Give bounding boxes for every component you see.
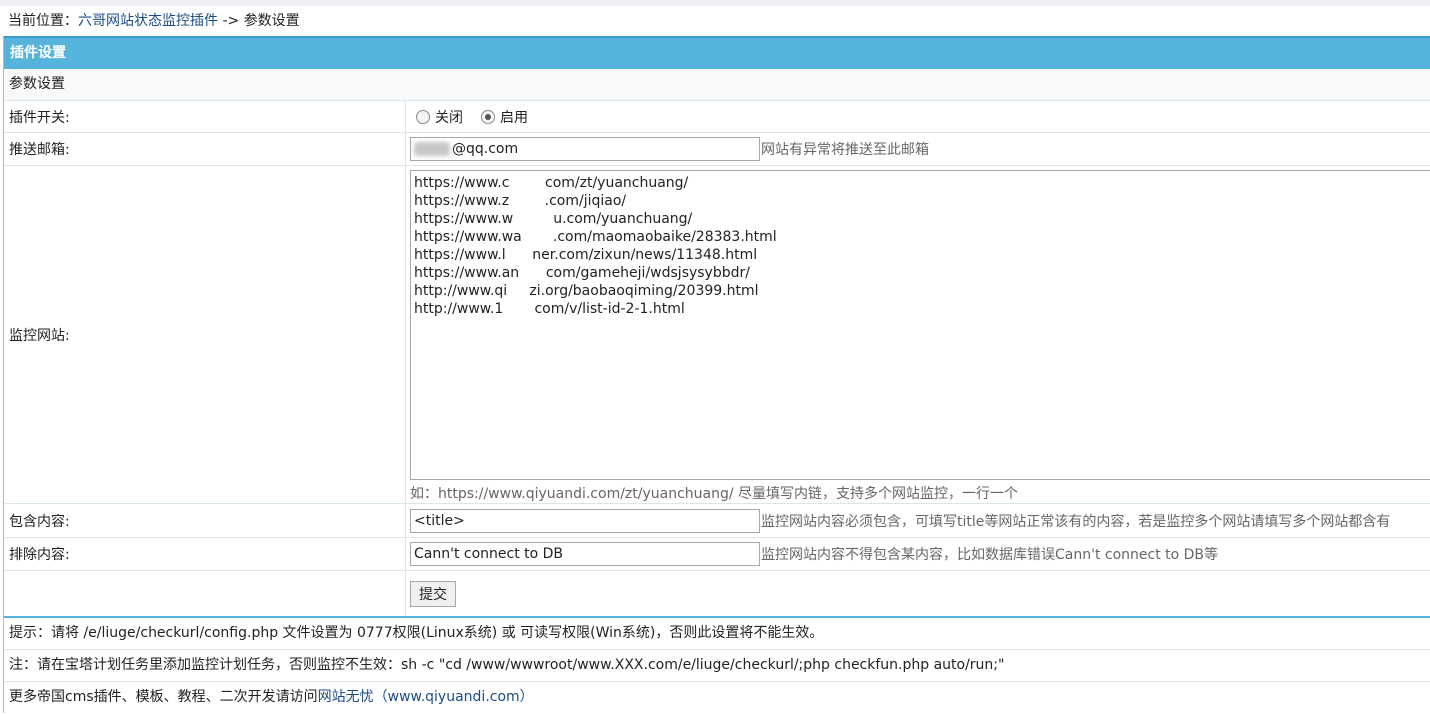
sites-row: 监控网站: https://www.c com/zt/yuanchuang/ h…: [4, 166, 1430, 504]
submit-button[interactable]: 提交: [410, 580, 456, 607]
breadcrumb-separator: ->: [218, 13, 244, 29]
switch-row: 插件开关: 关闭 启用: [4, 101, 1430, 133]
include-row: 包含内容: 监控网站内容必须包含，可填写title等网站正常该有的内容，若是监控…: [4, 504, 1430, 538]
settings-panel: 插件设置 参数设置 插件开关: 关闭 启用 推送邮箱: @qq.com 网站有异…: [3, 36, 1430, 713]
footer-tip: 提示：请将 /e/liuge/checkurl/config.php 文件设置为…: [4, 618, 1430, 650]
footer-note: 注：请在宝塔计划任务里添加监控计划任务，否则监控不生效：sh -c "cd /w…: [4, 650, 1430, 682]
radio-on[interactable]: [481, 109, 495, 124]
footer-more-link[interactable]: 网站无忧（www.qiyuandi.com）: [318, 689, 534, 705]
footer-more: 更多帝国cms插件、模板、教程、二次开发请访问网站无忧（www.qiyuandi…: [4, 682, 1430, 713]
sites-hint: 如：https://www.qiyuandi.com/zt/yuanchuang…: [410, 486, 1019, 502]
radio-on-option[interactable]: 启用: [481, 107, 528, 127]
exclude-input[interactable]: [410, 542, 760, 566]
breadcrumb-current: 参数设置: [243, 13, 300, 29]
include-input[interactable]: [410, 508, 760, 533]
include-hint: 监控网站内容必须包含，可填写title等网站正常该有的内容，若是监控多个网站请填…: [761, 513, 1391, 530]
panel-header: 插件设置: [4, 36, 1430, 69]
email-field[interactable]: @qq.com: [410, 137, 760, 161]
submit-field-wrap: 提交: [406, 571, 1430, 616]
breadcrumb-prefix: 当前位置：: [8, 13, 78, 29]
sites-textarea[interactable]: https://www.c com/zt/yuanchuang/ https:/…: [410, 170, 1430, 480]
exclude-hint: 监控网站内容不得包含某内容，比如数据库错误Cann't connect to D…: [761, 547, 1219, 563]
panel-subheader: 参数设置: [4, 69, 1430, 101]
switch-field: 关闭 启用: [406, 101, 1430, 132]
switch-label: 插件开关:: [4, 101, 406, 132]
email-field-wrap: @qq.com 网站有异常将推送至此邮箱: [406, 133, 1430, 165]
include-label: 包含内容:: [4, 504, 406, 537]
sites-field-wrap: https://www.c com/zt/yuanchuang/ https:/…: [406, 166, 1430, 503]
radio-off[interactable]: [416, 109, 430, 124]
submit-row: 提交: [4, 571, 1430, 616]
redacted-mask: [414, 142, 450, 156]
exclude-label: 排除内容:: [4, 538, 406, 570]
radio-on-label: 启用: [500, 109, 528, 126]
include-field-wrap: 监控网站内容必须包含，可填写title等网站正常该有的内容，若是监控多个网站请填…: [406, 504, 1430, 537]
footer: 提示：请将 /e/liuge/checkurl/config.php 文件设置为…: [4, 616, 1430, 713]
email-hint: 网站有异常将推送至此邮箱: [761, 142, 929, 158]
footer-more-prefix: 更多帝国cms插件、模板、教程、二次开发请访问: [9, 689, 318, 705]
breadcrumb: 当前位置：六哥网站状态监控插件 -> 参数设置: [0, 6, 1430, 36]
radio-off-label: 关闭: [435, 109, 463, 126]
sites-label: 监控网站:: [4, 166, 406, 503]
email-value: @qq.com: [452, 141, 519, 157]
exclude-field-wrap: 监控网站内容不得包含某内容，比如数据库错误Cann't connect to D…: [406, 538, 1430, 570]
radio-off-option[interactable]: 关闭: [416, 107, 463, 127]
submit-label-cell: [4, 571, 406, 616]
email-row: 推送邮箱: @qq.com 网站有异常将推送至此邮箱: [4, 133, 1430, 166]
exclude-row: 排除内容: 监控网站内容不得包含某内容，比如数据库错误Cann't connec…: [4, 538, 1430, 571]
email-label: 推送邮箱:: [4, 133, 406, 165]
breadcrumb-plugin-link[interactable]: 六哥网站状态监控插件: [78, 13, 218, 29]
